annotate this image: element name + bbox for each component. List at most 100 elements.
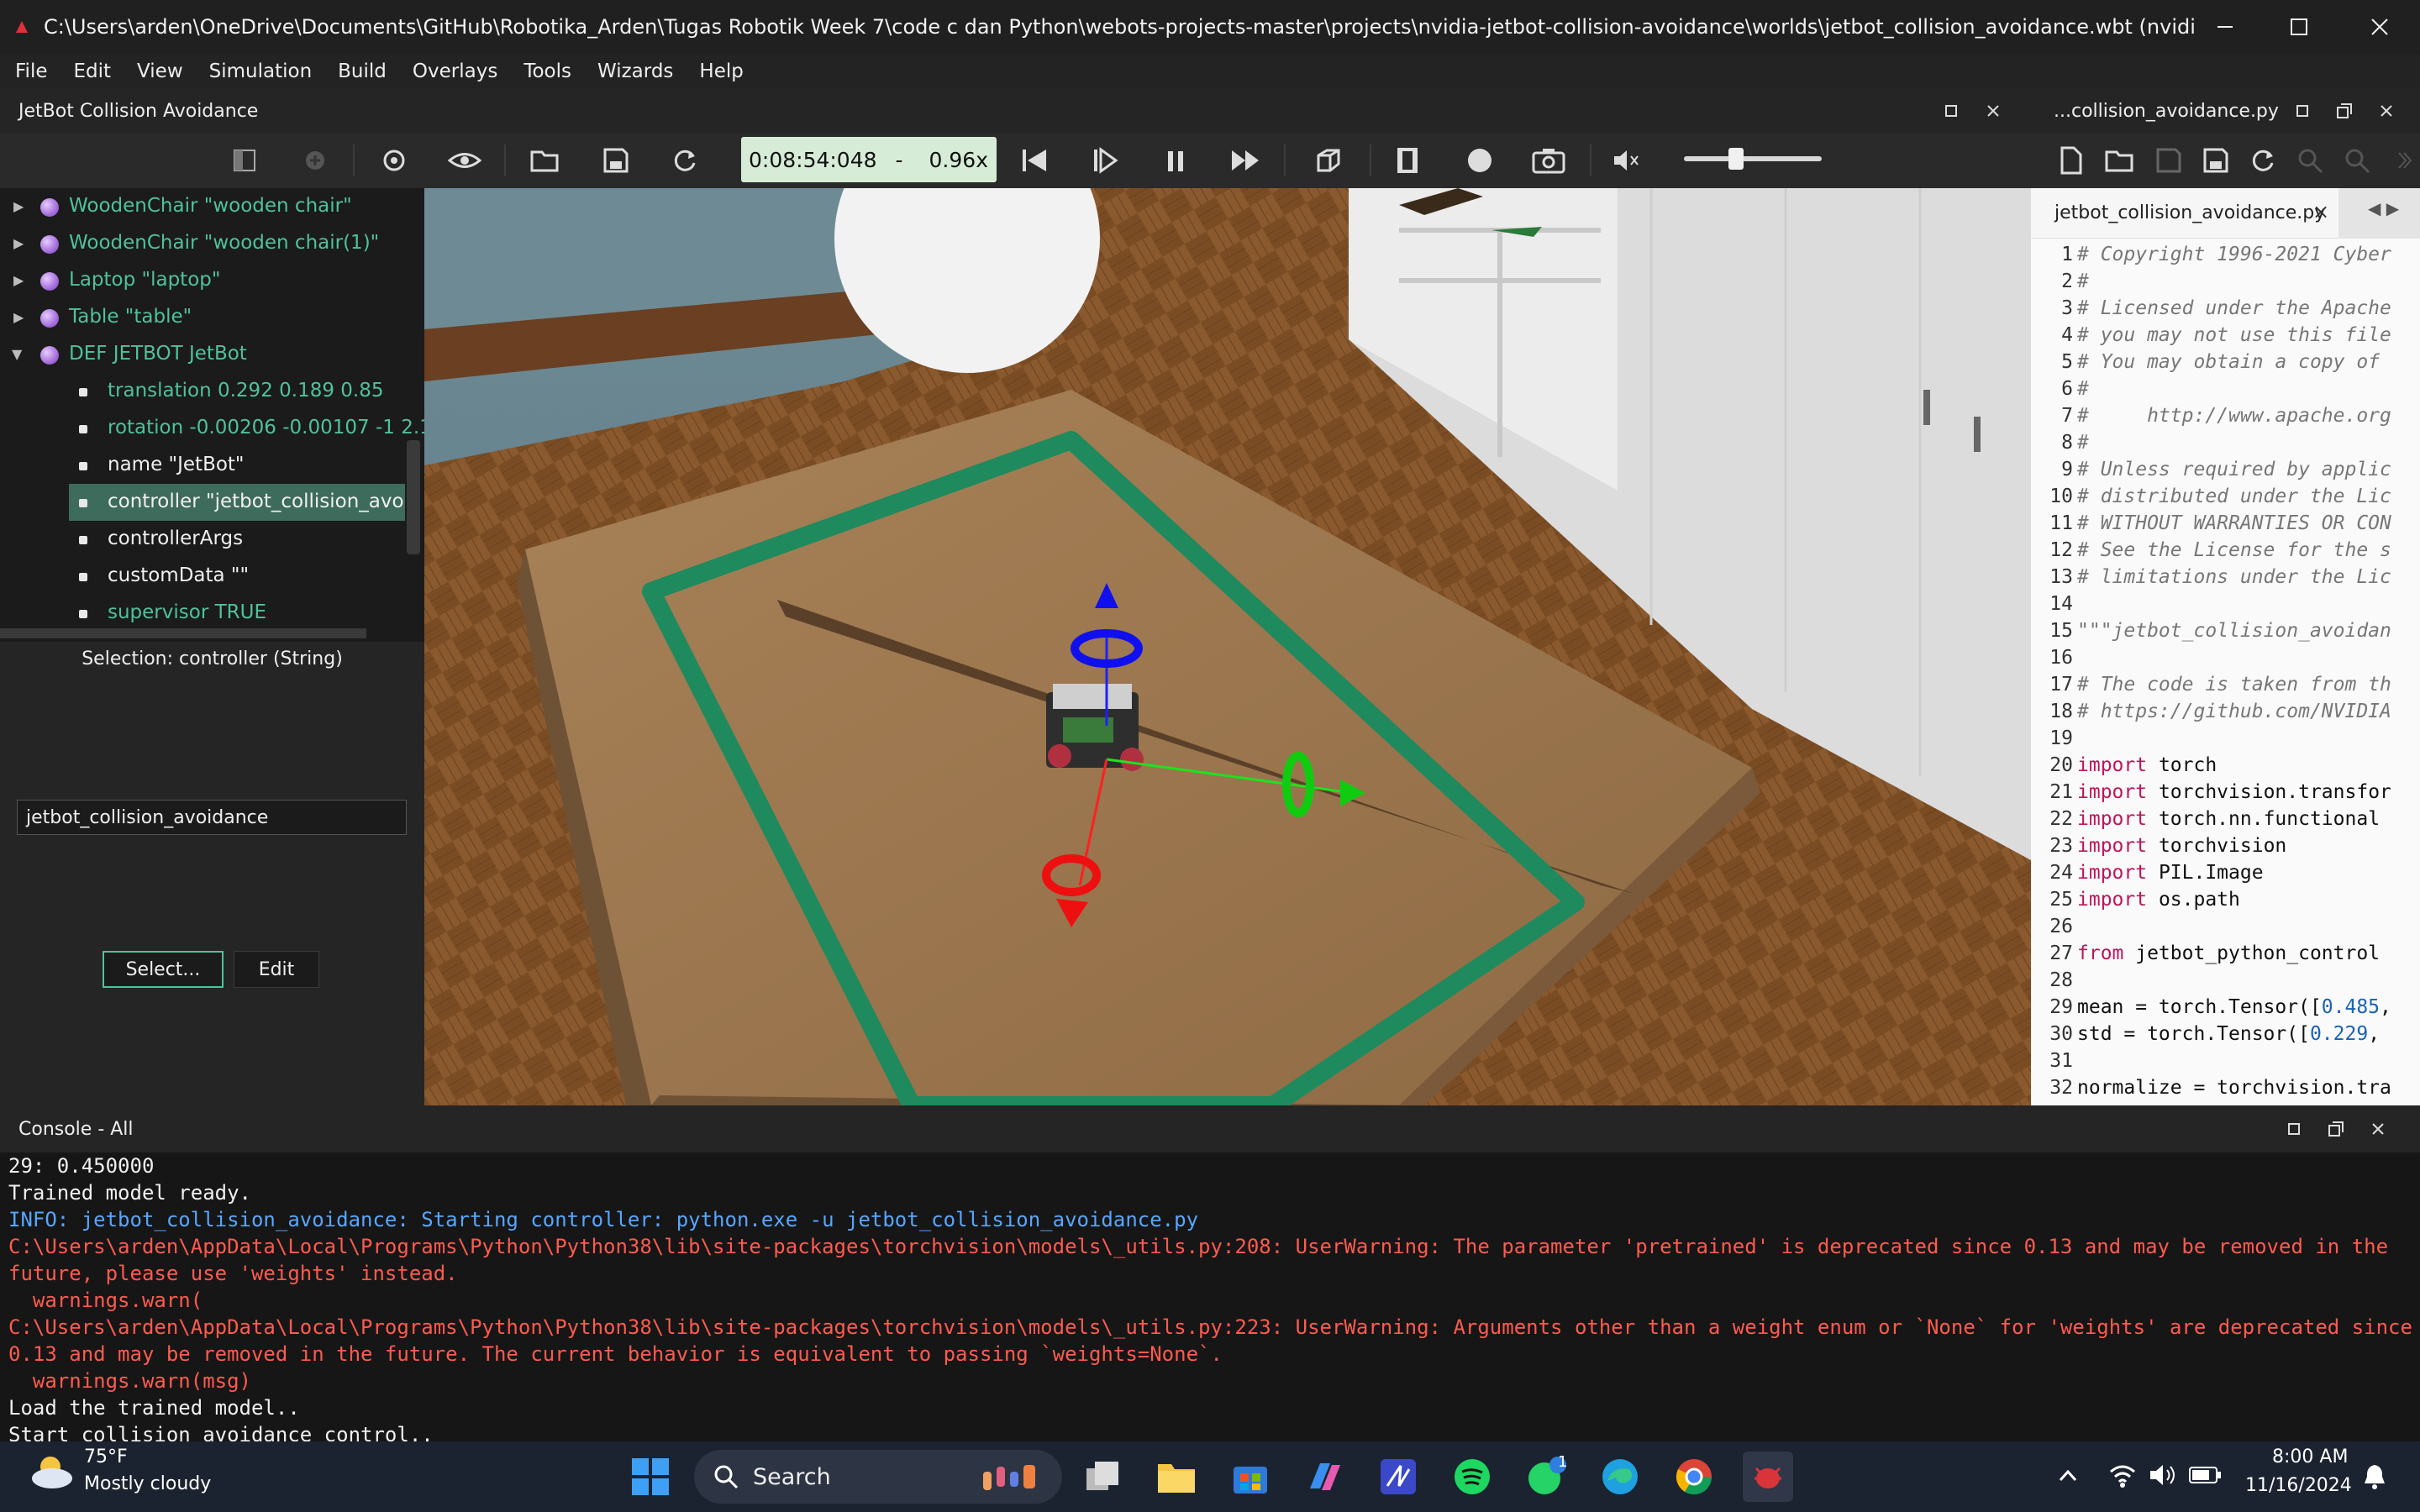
rewind-icon [1023,150,1046,171]
tree-node[interactable]: Table "table" [69,306,192,328]
field-translation[interactable]: translation 0.292 0.189 0.85 [108,380,384,402]
tree-node[interactable]: WoodenChair "wooden chair" [69,195,352,217]
field-bullet [79,536,87,544]
add-node-button[interactable] [297,143,333,178]
start-button[interactable] [625,1452,676,1502]
maximize-panel-icon[interactable] [1939,99,1963,123]
spotify-button[interactable] [1447,1452,1497,1502]
visual-studio-button[interactable] [1373,1452,1423,1502]
pause-button[interactable] [1158,143,1193,178]
record-animation-button[interactable] [1462,143,1497,178]
show-rendering-button[interactable] [1311,143,1346,178]
store-button[interactable] [1225,1452,1276,1502]
record-movie-button[interactable] [1390,143,1425,178]
console-output[interactable] [0,1152,2420,1441]
menu-edit[interactable]: Edit [74,60,112,82]
taskbar-search[interactable]: Search [694,1450,1062,1504]
tree-node[interactable]: Laptop "laptop" [69,269,220,291]
find-button[interactable] [2292,143,2328,178]
reset-view-button[interactable] [376,143,412,178]
close-panel-icon[interactable] [2366,1117,2390,1141]
whatsapp-button[interactable]: 1 [1521,1452,1571,1502]
expand-arrow-icon[interactable]: ▶ [13,235,24,251]
save-file-button[interactable] [2151,143,2186,178]
scene-tree-scrollbar[interactable] [407,440,420,554]
field-controller-args[interactable]: controllerArgs [108,528,243,549]
menu-build[interactable]: Build [338,60,387,82]
revert-button[interactable] [2245,143,2281,178]
float-panel-icon[interactable] [2324,1117,2348,1141]
battery-icon[interactable] [2188,1465,2222,1485]
select-controller-button[interactable]: Select... [103,951,224,988]
collapse-arrow-icon[interactable]: ▼ [12,346,22,362]
field-custom-data[interactable]: customData "" [108,564,249,586]
notification-bell-icon[interactable] [2361,1462,2388,1492]
toolbar-overflow-button[interactable] [2386,143,2420,178]
volume-slider[interactable] [1684,156,1822,161]
file-explorer-button[interactable] [1151,1452,1202,1502]
tree-node-jetbot[interactable]: DEF JETBOT JetBot [69,343,247,365]
reset-simulation-button[interactable] [1017,143,1052,178]
float-panel-icon[interactable] [2333,99,2356,123]
edit-controller-button[interactable]: Edit [234,951,319,988]
task-view-button[interactable] [1077,1452,1128,1502]
copilot-button[interactable] [1299,1452,1349,1502]
save-as-button[interactable] [2198,143,2233,178]
menu-help[interactable]: Help [699,60,743,82]
code-line: # distributed under the Lic [2077,486,2391,507]
menu-view[interactable]: View [137,60,183,82]
code-line: normalize = torchvision.tra [2077,1077,2391,1099]
save-icon [2156,148,2181,173]
tab-nav-arrows-icon[interactable]: ◀ ▶ [2368,198,2399,218]
menu-overlays[interactable]: Overlays [413,60,497,82]
step-button[interactable] [1087,143,1123,178]
close-tab-icon[interactable]: × [2312,200,2329,223]
menu-file[interactable]: File [15,60,48,82]
fast-forward-button[interactable] [1228,143,1264,178]
save-world-button[interactable] [598,143,634,178]
field-controller[interactable]: controller "jetbot_collision_avoida [108,491,405,512]
replace-button[interactable] [2339,143,2375,178]
volume-icon[interactable] [2148,1462,2180,1488]
maximize-panel-icon[interactable] [2291,99,2314,123]
view-title: JetBot Collision Avoidance [18,101,259,122]
mute-button[interactable] [1608,143,1644,178]
chrome-button[interactable] [1669,1452,1719,1502]
search-icon [714,1465,739,1489]
controller-name-input[interactable]: jetbot_collision_avoidance [17,800,407,835]
field-rotation[interactable]: rotation -0.00206 -0.00107 -1 2.17 [108,417,444,438]
menu-wizards[interactable]: Wizards [597,60,673,82]
field-name[interactable]: name "JetBot" [108,454,245,475]
scene-tree-horizontal-scrollbar[interactable] [0,628,366,638]
minimize-button[interactable] [2188,0,2262,54]
menu-tools[interactable]: Tools [523,60,571,82]
close-panel-icon[interactable] [1981,99,2005,123]
open-file-button[interactable] [2102,143,2138,178]
screenshot-button[interactable] [1531,143,1566,178]
view-button[interactable] [447,143,482,178]
3d-view[interactable] [424,188,2031,1105]
code-text: torchvision.transfor [2147,781,2391,803]
volume-slider-handle[interactable] [1728,148,1744,170]
webots-taskbar-button[interactable] [1743,1452,1793,1502]
open-world-button[interactable] [528,143,563,178]
weather-condition: Mostly cloudy [84,1473,212,1494]
chevron-up-icon[interactable] [2055,1463,2081,1488]
toggle-scene-tree-button[interactable] [227,143,262,178]
tree-node[interactable]: WoodenChair "wooden chair(1)" [69,232,379,254]
field-supervisor[interactable]: supervisor TRUE [108,601,266,623]
editor-header-title: ...collision_avoidance.py [2054,101,2279,122]
new-file-button[interactable] [2054,143,2089,178]
expand-arrow-icon[interactable]: ▶ [13,198,24,214]
close-panel-icon[interactable] [2375,99,2398,123]
expand-arrow-icon[interactable]: ▶ [13,309,24,325]
reload-world-button[interactable] [667,143,702,178]
wifi-icon[interactable] [2107,1462,2138,1488]
close-window-button[interactable] [2343,0,2417,54]
maximize-panel-icon[interactable] [2282,1117,2306,1141]
edge-button[interactable] [1595,1452,1645,1502]
editor-tab[interactable]: jetbot_collision_avoidance.py [2031,188,2338,239]
maximize-button[interactable] [2262,0,2336,54]
menu-simulation[interactable]: Simulation [209,60,313,82]
expand-arrow-icon[interactable]: ▶ [13,272,24,288]
